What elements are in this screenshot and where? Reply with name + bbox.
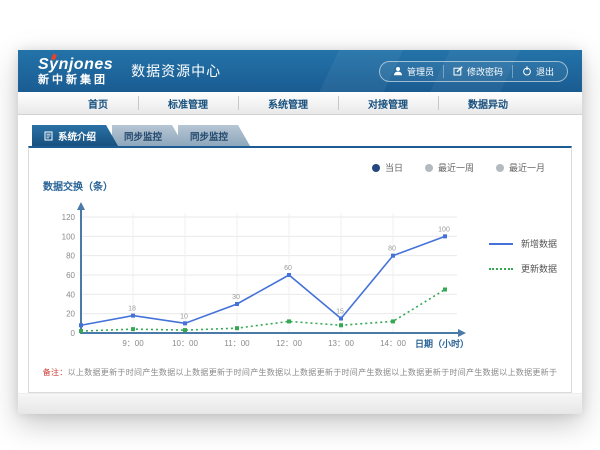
svg-text:100: 100 [438,226,450,233]
app-window: Synjones 新中新集团 数据资源中心 管理员 修改密码 退出 首页 标准管… [18,50,582,414]
svg-text:30: 30 [232,294,240,301]
tab-bar: 系统介绍 同步监控 同步监控 [18,115,582,146]
tab-system-intro[interactable]: 系统介绍 [32,125,118,146]
footnote: 备注：以上数据更新于时间产生数据以上数据更新于时间产生数据以上数据更新于时间产生… [29,367,571,378]
svg-text:10：00: 10：00 [172,339,198,348]
svg-text:60: 60 [66,271,75,280]
footnote-prefix: 备注： [43,368,68,377]
svg-text:9：00: 9：00 [122,339,144,348]
svg-text:11：00: 11：00 [224,339,250,348]
svg-text:60: 60 [284,265,292,272]
edit-icon [453,66,463,76]
y-axis-title: 数据交换（条） [43,178,571,193]
app-header: Synjones 新中新集团 数据资源中心 管理员 修改密码 退出 [18,50,582,92]
svg-text:15: 15 [336,309,344,316]
logo-subtext: 新中新集团 [38,75,113,86]
power-icon [522,66,532,76]
chart-panel: 当日 最近一周 最近一月 数据交换（条） 0 20 40 60 80 100 120 9：00… [28,146,572,393]
line-chart: 0 20 40 60 80 100 120 9：00 10：00 11：00 12：00 13：00 1… [39,195,471,353]
svg-text:日期（小时）: 日期（小时） [415,338,469,349]
page-title: 数据资源中心 [131,61,221,81]
user-toolbar: 管理员 修改密码 退出 [379,61,568,82]
svg-text:80: 80 [66,252,75,261]
change-password-button[interactable]: 修改密码 [443,65,512,78]
page-footer-strip [18,393,582,414]
user-icon [393,66,403,76]
filter-last-week[interactable]: 最近一周 [425,161,474,174]
tab-sync-monitor-2[interactable]: 同步监控 [178,125,250,146]
company-logo: Synjones 新中新集团 [38,57,113,86]
chart-container: 0 20 40 60 80 100 120 9：00 10：00 11：00 12：00 13：00 1… [29,195,571,353]
svg-text:0: 0 [71,329,76,338]
user-name: 管理员 [407,65,434,78]
chart-legend: 新增数据 更新数据 [489,237,557,275]
svg-text:20: 20 [66,310,75,319]
filter-today[interactable]: 当日 [372,161,403,174]
legend-item-new-data: 新增数据 [489,237,557,250]
svg-text:14：00: 14：00 [380,339,406,348]
svg-text:100: 100 [62,232,76,241]
radio-icon [425,164,433,172]
current-user[interactable]: 管理员 [384,65,443,78]
nav-item-standard-mgmt[interactable]: 标准管理 [138,92,238,114]
svg-text:12：00: 12：00 [276,339,302,348]
svg-text:120: 120 [62,213,76,222]
filter-last-month[interactable]: 最近一月 [496,161,545,174]
svg-text:80: 80 [388,246,396,253]
radio-icon [372,164,380,172]
document-icon [44,131,53,141]
solid-line-icon [489,243,513,245]
footnote-text: 以上数据更新于时间产生数据以上数据更新于时间产生数据以上数据更新于时间产生数据以… [68,368,558,377]
svg-text:13：00: 13：00 [328,339,354,348]
nav-item-integration-mgmt[interactable]: 对接管理 [338,92,438,114]
svg-text:40: 40 [66,290,75,299]
nav-item-system-mgmt[interactable]: 系统管理 [238,92,338,114]
tab-sync-monitor-1[interactable]: 同步监控 [112,125,184,146]
nav-item-home[interactable]: 首页 [58,92,138,114]
radio-icon [496,164,504,172]
dotted-line-icon [489,268,513,270]
legend-item-updated-data: 更新数据 [489,262,557,275]
logo-text: Synjones [38,57,113,73]
svg-text:18: 18 [128,306,136,313]
logout-button[interactable]: 退出 [512,65,563,78]
main-nav: 首页 标准管理 系统管理 对接管理 数据异动 [18,92,582,115]
nav-item-data-changes[interactable]: 数据异动 [438,92,538,114]
content-area: 系统介绍 同步监控 同步监控 当日 最近一周 [18,115,582,414]
time-range-filters: 当日 最近一周 最近一月 [29,148,571,178]
svg-text:10: 10 [180,313,188,320]
